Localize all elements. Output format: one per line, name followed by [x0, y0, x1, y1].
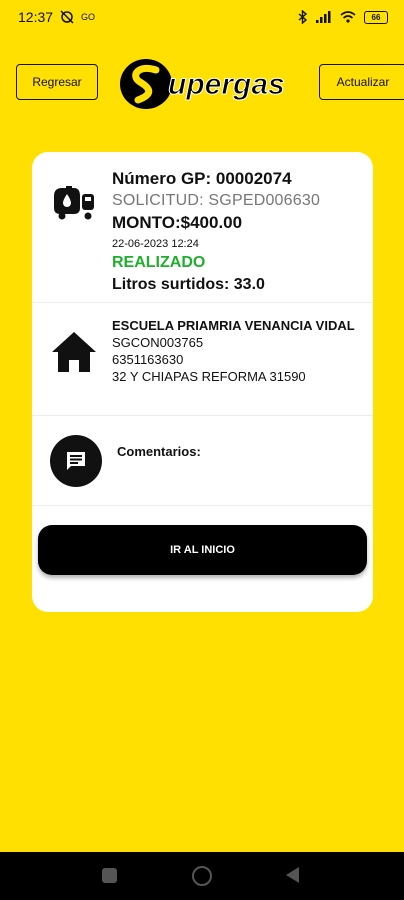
go-home-button[interactable]: IR AL INICIO	[38, 525, 367, 575]
system-nav-bar	[0, 852, 404, 900]
client-name: ESCUELA PRIAMRIA VENANCIA VIDAL	[112, 318, 355, 333]
update-button[interactable]: Actualizar	[319, 64, 404, 100]
wifi-icon	[340, 11, 356, 23]
order-status: REALIZADO	[112, 254, 206, 271]
order-request: SOLICITUD: SGPED006630	[112, 192, 321, 209]
header: Regresar upergas Actualizar	[0, 56, 404, 112]
client-code: SGCON003765	[112, 335, 204, 350]
client-info: ESCUELA PRIAMRIA VENANCIA VIDAL SGCON003…	[112, 317, 362, 385]
divider	[32, 505, 373, 506]
status-right: 66	[298, 10, 388, 24]
update-button-label: Actualizar	[336, 75, 390, 89]
status-bar: 12:37 GO 66	[0, 0, 404, 34]
status-left: 12:37 GO	[18, 9, 95, 25]
recents-button[interactable]	[102, 868, 117, 883]
back-nav-button[interactable]	[286, 867, 299, 883]
status-time: 12:37	[18, 9, 54, 25]
order-number: Número GP: 00002074	[112, 169, 292, 188]
sync-off-icon	[60, 10, 74, 24]
battery-icon: 66	[364, 10, 388, 24]
svg-text:upergas: upergas	[168, 68, 285, 101]
go-home-label: IR AL INICIO	[170, 544, 235, 556]
supergas-logo: upergas	[116, 56, 300, 112]
divider	[32, 415, 373, 416]
back-button[interactable]: Regresar	[16, 64, 98, 100]
signal-icon	[316, 11, 331, 23]
logo-graphic: upergas	[120, 59, 285, 109]
comment-glyph	[67, 452, 85, 470]
order-info: Número GP: 00002074 SOLICITUD: SGPED0066…	[112, 168, 362, 296]
order-date: 22-06-2023 12:24	[112, 238, 199, 250]
client-phone: 6351163630	[112, 352, 184, 367]
order-card: Número GP: 00002074 SOLICITUD: SGPED0066…	[32, 152, 373, 612]
battery-level: 66	[371, 12, 381, 22]
divider	[32, 302, 373, 303]
home-icon	[52, 332, 96, 372]
comments-label: Comentarios:	[117, 444, 201, 459]
client-address: 32 Y CHIAPAS REFORMA 31590	[112, 369, 306, 384]
home-nav-button[interactable]	[192, 866, 212, 886]
comment-icon	[50, 435, 102, 487]
carrier-mark: GO	[81, 12, 96, 22]
bluetooth-icon	[298, 10, 308, 24]
back-button-label: Regresar	[32, 75, 82, 89]
order-liters: Litros surtidos: 33.0	[112, 276, 265, 293]
order-amount: MONTO:$400.00	[112, 213, 243, 232]
gas-truck-icon	[54, 186, 94, 220]
